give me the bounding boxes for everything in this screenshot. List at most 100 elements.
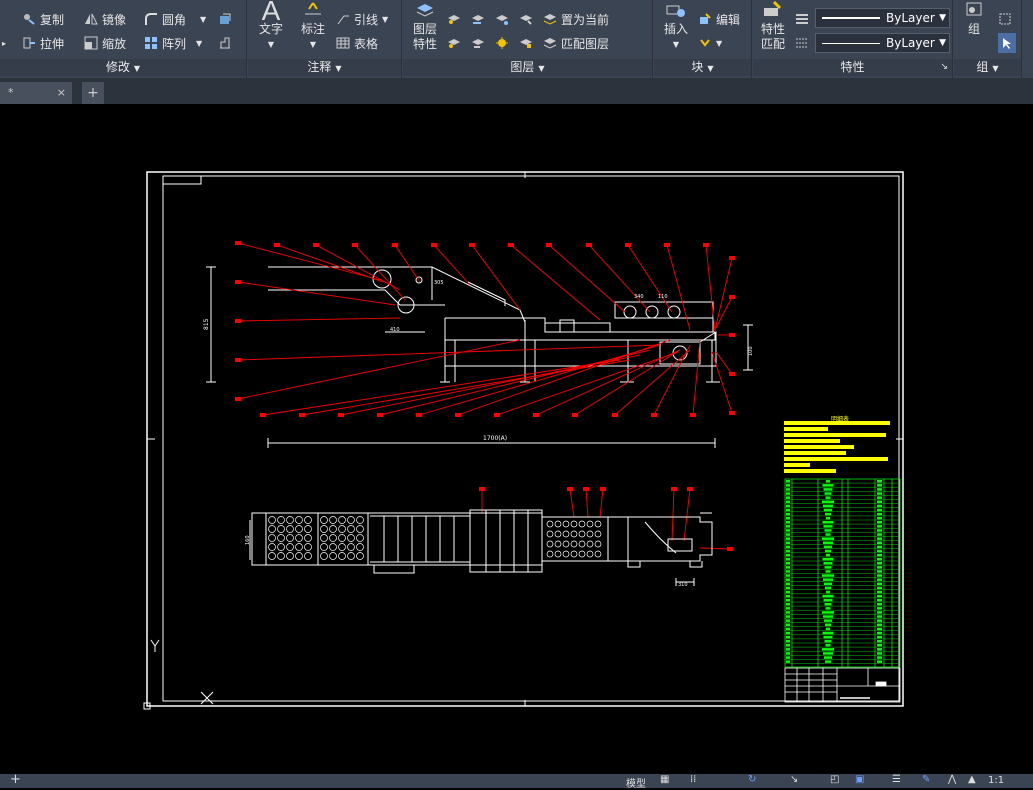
add-layout-icon[interactable]: + [10, 772, 21, 787]
modify-left-arrow-icon[interactable]: ▸ [2, 33, 6, 53]
scale-button[interactable]: 缩放 [84, 33, 126, 53]
snap-icon[interactable]: ⁞⁞ [690, 774, 696, 785]
status-bar: + 模型 ▦ ⁞⁞ ↻ ↘ ◰ ▣ ☰ ✎ ⋀ ▲ 1:1 [0, 772, 1033, 790]
ungroup-icon[interactable] [998, 9, 1012, 29]
match-layer-button[interactable]: 匹配图层 [543, 33, 609, 53]
set-current-icon [543, 14, 557, 25]
parts-list-table [784, 478, 901, 668]
annotation-scale-icon[interactable]: ▲ [968, 774, 976, 785]
plan-view [249, 509, 713, 574]
drawing-tab[interactable]: * × [0, 82, 72, 104]
groups-panel-title[interactable]: 组 ▼ [954, 59, 1021, 76]
array-label: 阵列 [162, 36, 187, 51]
match-properties-label: 特性 匹配 [760, 22, 785, 51]
array-dropdown-icon[interactable]: ▼ [196, 39, 202, 48]
insert-dropdown-icon: ▼ [672, 40, 680, 49]
modify-panel: 复制 镜像 圆角 ▼ 拉伸 缩放 阵列 ▼ ▸ 修改 ▼ [0, 0, 247, 78]
layer-tool-8-icon[interactable] [519, 33, 533, 53]
explode-button[interactable] [218, 9, 232, 29]
array-button[interactable]: 阵列 ▼ [144, 33, 202, 53]
scale-label: 缩放 [102, 36, 127, 51]
layer-tool-5-icon[interactable] [447, 33, 461, 53]
autoscale-icon[interactable]: ⋀ [948, 774, 956, 785]
sheet-inner-border [162, 175, 900, 702]
leader-dropdown-icon[interactable]: ▼ [382, 15, 388, 24]
linetype-dropdown[interactable]: ByLayer ▼ [815, 33, 950, 53]
osnap-icon[interactable]: ↘ [790, 774, 798, 785]
utilities-panel-stub [1023, 0, 1033, 78]
group-button[interactable]: 组 [956, 0, 992, 37]
set-current-label: 置为当前 [561, 12, 610, 27]
layer-tool-2-icon[interactable] [471, 9, 485, 29]
block-attribute-icon [700, 39, 710, 47]
copy-icon [24, 14, 35, 25]
mirror-icon [85, 13, 98, 25]
copy-button[interactable]: 复制 [22, 9, 64, 29]
layer-tool-3-icon[interactable] [495, 9, 509, 29]
properties-launcher-icon[interactable]: ↘ [940, 59, 948, 76]
set-current-button[interactable]: 置为当前 [543, 9, 609, 29]
mirror-button[interactable]: 镜像 [84, 9, 126, 29]
leader-icon [337, 15, 349, 25]
layer-tool-6-icon[interactable] [471, 33, 485, 53]
dimension-button[interactable]: 标注 ▼ [294, 0, 332, 52]
cad-drawing[interactable]: 1700(A) 815 410 305 340 110 100 160 310 [0, 104, 1033, 774]
layers-panel: 图层 特性 置为当前 匹配图层 图层 ▼ [403, 0, 653, 78]
elevation-view [206, 266, 753, 448]
group-label: 组 [967, 22, 980, 36]
modify-panel-title[interactable]: 修改 ▼ [0, 59, 246, 76]
text-button[interactable]: A 文字 ▼ [254, 0, 288, 52]
block-attribute-button[interactable]: ▼ [698, 33, 722, 53]
cursor-crosshair-icon [200, 691, 214, 705]
layer-tool-4-icon[interactable] [519, 9, 533, 29]
match-properties-button[interactable]: 特性 匹配 [755, 0, 791, 52]
match-layer-icon [543, 38, 557, 49]
fillet-button[interactable]: 圆角 ▼ [144, 9, 206, 29]
plus-icon: + [87, 85, 99, 101]
title-block [784, 667, 901, 703]
stretch-button[interactable]: 拉伸 [22, 33, 64, 53]
polar-icon[interactable]: ↻ [748, 774, 756, 785]
dim-g: 310 [678, 582, 688, 588]
fillet-icon [145, 13, 157, 25]
lineweight-dropdown[interactable]: ByLayer ▼ [815, 8, 950, 28]
annotation-visibility-icon[interactable]: ✎ [922, 774, 930, 785]
offset-icon [220, 37, 230, 49]
dim-c: 160 [245, 535, 251, 545]
dimension-dropdown-icon: ▼ [309, 40, 317, 49]
menu-icon[interactable]: ☰ [892, 774, 901, 785]
group-select-icon[interactable] [998, 33, 1016, 53]
layer-tool-7-icon[interactable] [495, 33, 509, 53]
dim-total-length: 1700(A) [483, 435, 507, 442]
dim-b: 305 [434, 280, 444, 286]
linetype-icon [795, 33, 809, 53]
lineweight-value: ByLayer [886, 11, 935, 25]
leader-button[interactable]: 引线 ▼ [336, 9, 388, 29]
file-tab-bar: * × + [0, 78, 1033, 104]
properties-panel-title[interactable]: 特性 ↘ [753, 59, 952, 76]
block-edit-label: 编辑 [716, 12, 741, 27]
block-edit-button[interactable]: 编辑 [698, 9, 740, 29]
block-edit-icon [700, 13, 711, 24]
block-panel-title[interactable]: 块 ▼ [654, 59, 751, 76]
new-tab-button[interactable]: + [82, 82, 104, 104]
layer-tool-1-icon[interactable] [447, 9, 461, 29]
dimension-label: 标注 [300, 22, 325, 36]
linetype-value: ByLayer [886, 36, 935, 50]
annotation-panel-title[interactable]: 注释 ▼ [248, 59, 401, 76]
insert-button[interactable]: 插入 ▼ [658, 4, 694, 52]
table-button[interactable]: 表格 [336, 33, 378, 53]
fillet-dropdown-icon[interactable]: ▼ [200, 15, 206, 24]
fillet-label: 圆角 [162, 12, 187, 27]
layer-properties-button[interactable]: 图层 特性 [407, 2, 443, 52]
stretch-label: 拉伸 [40, 36, 65, 51]
annotation-scale-value[interactable]: 1:1 [988, 775, 1004, 786]
offset-button[interactable] [218, 33, 232, 53]
selection-cycling-icon[interactable]: ◰ [830, 774, 839, 785]
grid-icon[interactable]: ▦ [660, 774, 669, 785]
drawing-canvas[interactable]: 1700(A) 815 410 305 340 110 100 160 310 [0, 104, 1033, 774]
transparency-icon[interactable]: ▣ [855, 774, 864, 785]
dim-d: 100 [748, 346, 754, 356]
layers-panel-title[interactable]: 图层 ▼ [403, 59, 652, 76]
tab-close-icon[interactable]: × [57, 82, 66, 104]
